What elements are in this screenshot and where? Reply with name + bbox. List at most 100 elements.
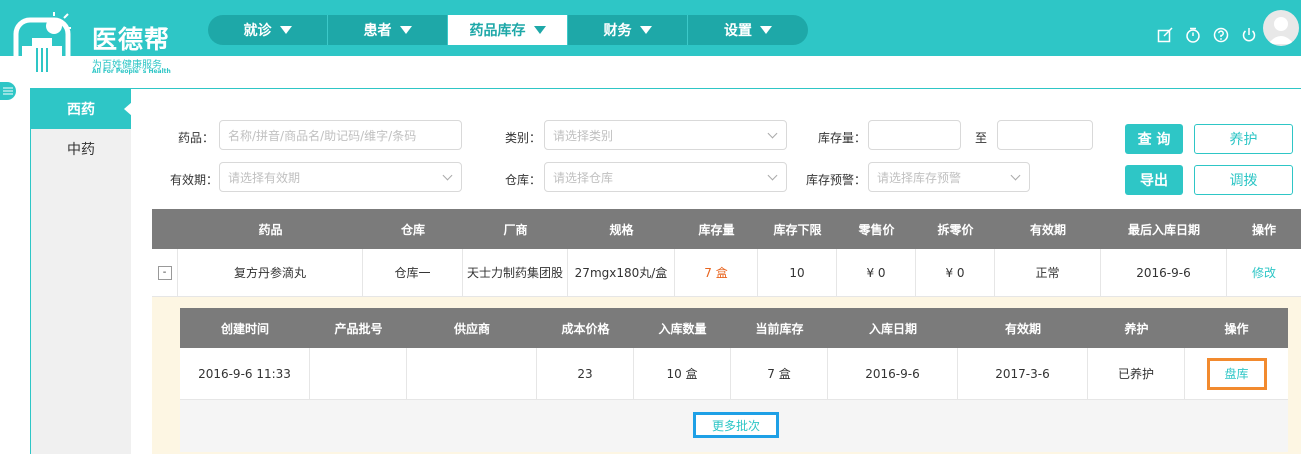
cell-action: 修改 xyxy=(1227,249,1301,296)
cell-cost: 23 xyxy=(537,348,634,399)
warning-placeholder: 请选择库存预警 xyxy=(877,170,962,185)
col-min-stock: 库存下限 xyxy=(773,222,822,237)
expiry-filter-label: 有效期： xyxy=(170,173,219,187)
top-header: 医德帮 就诊 患者 药品库存 财务 设置 xyxy=(0,0,1301,75)
col-expiry: 有效期 xyxy=(1004,321,1041,336)
stock-filter-label: 库存量： xyxy=(818,131,867,145)
category-select[interactable]: 请选择类别 xyxy=(544,120,787,150)
inventory-check-button[interactable]: 盘库 xyxy=(1206,357,1267,390)
nav-item-finance[interactable]: 财务 xyxy=(568,15,688,45)
table-row: - 复方丹参滴丸 仓库一 天士力制药集团股 27mgx180丸/盒 7 盒 10… xyxy=(152,249,1301,297)
collapse-toggle[interactable]: - xyxy=(157,265,172,280)
col-retail: 零售价 xyxy=(858,222,895,237)
nav-item-settings[interactable]: 设置 xyxy=(688,15,808,45)
nav-item-visit[interactable]: 就诊 xyxy=(208,15,328,45)
header-icons xyxy=(1156,26,1258,44)
cell-action: 盘库 xyxy=(1185,348,1288,399)
col-maker: 厂商 xyxy=(503,222,528,237)
sidebar-toggle[interactable] xyxy=(0,82,16,100)
cell-in-date: 2016-9-6 xyxy=(828,348,958,399)
sidebar-item-label: 西药 xyxy=(67,102,95,118)
cell-spec: 27mgx180丸/盒 xyxy=(568,249,675,296)
stock-max-input[interactable] xyxy=(997,120,1093,150)
cell-current: 7 盒 xyxy=(731,348,828,399)
sidebar-item-chinese-medicine[interactable]: 中药 xyxy=(31,129,131,169)
col-action: 操作 xyxy=(1224,321,1249,336)
help-icon[interactable] xyxy=(1212,26,1230,44)
nav-item-label: 设置 xyxy=(724,23,752,39)
brand-name: 医德帮 xyxy=(92,25,171,54)
col-current: 当前库存 xyxy=(755,321,804,336)
nav-item-label: 患者 xyxy=(363,23,392,39)
col-last-in: 最后入库日期 xyxy=(1127,222,1200,237)
stock-min-input[interactable] xyxy=(868,120,961,150)
query-button[interactable]: 查 询 xyxy=(1125,124,1183,154)
batch-table: 创建时间 产品批号 供应商 成本价格 入库数量 当前库存 入库日期 有效期 养护… xyxy=(180,308,1288,452)
nav-item-label: 财务 xyxy=(603,23,632,39)
chevron-down-icon xyxy=(442,170,453,181)
avatar[interactable] xyxy=(1263,10,1299,46)
col-cost: 成本价格 xyxy=(561,321,610,336)
category-placeholder: 请选择类别 xyxy=(553,128,614,143)
col-split-price: 拆零价 xyxy=(937,222,974,237)
warehouse-filter-label: 仓库： xyxy=(505,173,542,187)
cell-split-price: ¥ 0 xyxy=(916,249,995,296)
power-icon[interactable] xyxy=(1240,26,1258,44)
col-drug: 药品 xyxy=(258,222,283,237)
logo-icon xyxy=(12,10,72,78)
maintain-button[interactable]: 养护 xyxy=(1194,124,1293,154)
caret-down-icon xyxy=(760,26,772,34)
edit-link[interactable]: 修改 xyxy=(1252,264,1276,281)
menu-icon xyxy=(3,87,13,95)
nav-item-drug-stock[interactable]: 药品库存 xyxy=(448,15,568,45)
batch-table-footer: 更多批次 xyxy=(180,400,1288,452)
warehouse-select[interactable]: 请选择仓库 xyxy=(544,162,787,192)
cell-batch xyxy=(310,348,407,399)
col-validity: 有效期 xyxy=(1029,222,1066,237)
drug-search-input[interactable]: 名称/拼音/商品名/助记码/维字/条码 xyxy=(219,120,462,150)
sidebar: 西药 中药 xyxy=(31,89,132,454)
export-button[interactable]: 导出 xyxy=(1125,165,1183,195)
timer-icon[interactable] xyxy=(1184,26,1202,44)
drug-filter-label: 药品： xyxy=(178,131,215,145)
col-warehouse: 仓库 xyxy=(400,222,425,237)
chevron-down-icon xyxy=(767,170,778,181)
edit-icon[interactable] xyxy=(1156,26,1174,44)
cell-warehouse: 仓库一 xyxy=(363,249,463,296)
transfer-button[interactable]: 调拨 xyxy=(1194,165,1293,195)
nav-item-patient[interactable]: 患者 xyxy=(328,15,448,45)
caret-down-icon xyxy=(399,26,412,34)
stock-range-to: 至 xyxy=(975,131,988,145)
batch-panel: 创建时间 产品批号 供应商 成本价格 入库数量 当前库存 入库日期 有效期 养护… xyxy=(152,297,1301,454)
cell-maker: 天士力制药集团股 xyxy=(463,249,568,296)
col-expand xyxy=(152,209,178,249)
nav-item-label: 药品库存 xyxy=(469,23,526,39)
col-in-qty: 入库数量 xyxy=(658,321,707,336)
col-spec: 规格 xyxy=(609,222,634,237)
brand-tagline-en: All For People' s Health xyxy=(92,68,171,75)
col-maintain: 养护 xyxy=(1124,321,1149,336)
warning-filter-label: 库存预警： xyxy=(806,173,867,187)
more-batches-button[interactable]: 更多批次 xyxy=(693,412,779,438)
cell-in-qty: 10 盒 xyxy=(634,348,731,399)
cell-stock: 7 盒 xyxy=(675,249,758,296)
col-batch: 产品批号 xyxy=(334,321,383,336)
col-action: 操作 xyxy=(1251,222,1276,237)
cell-min-stock: 10 xyxy=(758,249,837,296)
cell-expiry: 2017-3-6 xyxy=(958,348,1088,399)
main-nav: 就诊 患者 药品库存 财务 设置 xyxy=(208,15,808,45)
expiry-placeholder: 请选择有效期 xyxy=(228,170,301,185)
batch-table-header: 创建时间 产品批号 供应商 成本价格 入库数量 当前库存 入库日期 有效期 养护… xyxy=(180,308,1288,348)
caret-down-icon xyxy=(639,26,652,34)
warehouse-placeholder: 请选择仓库 xyxy=(553,170,614,185)
batch-row: 2016-9-6 11:33 23 10 盒 7 盒 2016-9-6 2017… xyxy=(180,348,1288,400)
brand-tagline-box: 为百姓健康服务 All For People' s Health xyxy=(88,56,198,78)
cell-drug: 复方丹参滴丸 xyxy=(178,249,363,296)
cell-supplier xyxy=(407,348,537,399)
stock-warning-select[interactable]: 请选择库存预警 xyxy=(868,162,1030,192)
col-in-date: 入库日期 xyxy=(868,321,917,336)
cell-last-in: 2016-9-6 xyxy=(1101,249,1227,296)
chevron-down-icon xyxy=(1010,170,1021,181)
sidebar-item-western-medicine[interactable]: 西药 xyxy=(31,89,132,129)
expiry-select[interactable]: 请选择有效期 xyxy=(219,162,462,192)
